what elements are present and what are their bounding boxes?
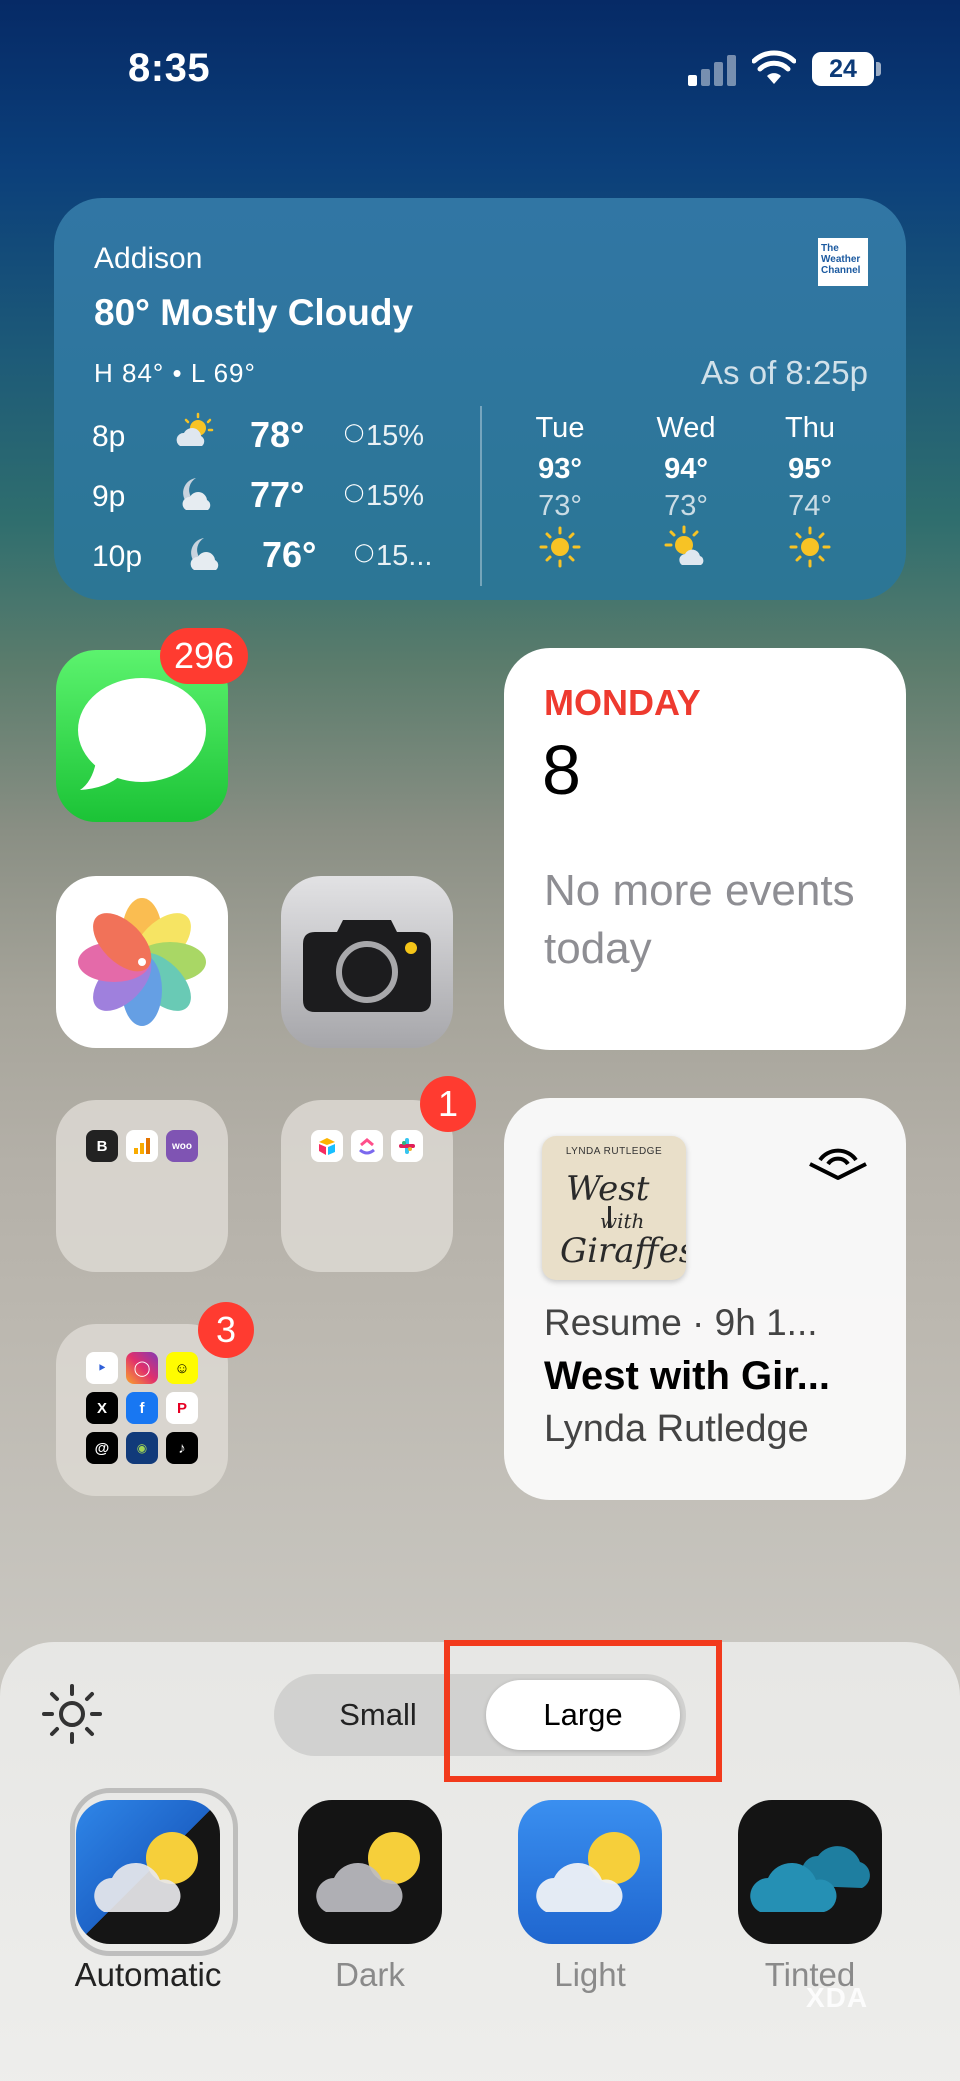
weather-hi-lo: H 84° • L 69° [94, 358, 256, 388]
day-high: 95° [788, 453, 832, 485]
camera-app[interactable] [281, 876, 453, 1048]
weather-condition: 80° Mostly Cloudy [94, 292, 414, 333]
style-label: Dark [335, 1956, 405, 1993]
daily-forecast: Wed 94° 73° [636, 412, 736, 574]
dark-style-icon [298, 1800, 442, 1944]
moon-cloud-icon [190, 538, 219, 570]
bluesky-app-icon: ‣ [86, 1352, 118, 1384]
snapchat-app-icon: ☺ [166, 1352, 198, 1384]
sun-cloud-icon [664, 525, 704, 565]
photos-flower-icon [78, 898, 206, 1026]
photos-app[interactable] [56, 876, 228, 1048]
calendar-weekday: MONDAY [544, 682, 701, 723]
raindrop-icon: ◯ [344, 422, 365, 442]
automatic-style-icon [76, 1800, 220, 1944]
sun-icon [789, 526, 831, 568]
wifi-icon [752, 50, 796, 84]
tiktok-app-icon: ♪ [166, 1432, 198, 1464]
hour-temp: 78° [250, 414, 305, 455]
annotation-highlight-box [444, 1640, 722, 1782]
book-cover[interactable]: LYNDA RUTLEDGE West with Giraffes [542, 1136, 686, 1280]
audible-logo-icon [809, 1148, 867, 1180]
precip-chance: 15% [366, 480, 425, 512]
hour-temp: 76° [262, 534, 317, 575]
app-folder[interactable]: B woo [56, 1100, 228, 1272]
moon-cloud-icon [182, 478, 211, 510]
woocommerce-app-icon: woo [166, 1130, 198, 1162]
calendar-events-text: No more events today [544, 866, 855, 973]
cover-title-artwork: West with Giraffes [560, 1169, 686, 1271]
xda-watermark: XDA [806, 1982, 869, 2013]
precip-chance: 15... [376, 540, 433, 572]
day-low: 74° [788, 490, 832, 522]
style-tinted-option[interactable]: Tinted [710, 1800, 910, 1994]
weather-divider [480, 406, 482, 586]
precip-chance: 15% [366, 420, 425, 452]
pinterest-app-icon: P [166, 1392, 198, 1424]
day-name: Tue [535, 412, 585, 444]
hour-temp: 77° [250, 474, 305, 515]
audible-book-title: West with Gir... [544, 1354, 830, 1398]
sun-icon [539, 526, 581, 568]
cellular-signal-icon [688, 54, 738, 86]
light-style-icon [518, 1800, 662, 1944]
hour-time: 10p [92, 540, 143, 573]
podcast-app-icon: ◉ [126, 1432, 158, 1464]
battery-indicator: 24 [812, 52, 874, 86]
daily-forecast: Tue 93° 73° [510, 412, 610, 574]
hour-time: 9p [92, 480, 126, 513]
facebook-app-icon: f [126, 1392, 158, 1424]
hourly-row: 8p 78° ◯ 15% [92, 412, 462, 462]
bootstrap-app-icon: B [86, 1130, 118, 1162]
app-folder[interactable] [281, 1100, 453, 1272]
folder-badge: 3 [198, 1302, 254, 1358]
status-time: 8:35 [128, 46, 211, 90]
weather-location: Addison [94, 242, 203, 275]
raindrop-icon: ◯ [344, 482, 365, 502]
audible-resume-status: Resume · 9h 1... [544, 1302, 818, 1343]
day-low: 73° [538, 490, 582, 522]
camera-icon [303, 920, 431, 1012]
folder-badge: 1 [420, 1076, 476, 1132]
calendar-date: 8 [542, 731, 581, 809]
slack-app-icon [391, 1130, 423, 1162]
day-name: Wed [656, 412, 716, 444]
day-name: Thu [785, 412, 835, 444]
instagram-app-icon: ◯ [126, 1352, 158, 1384]
daily-forecast: Thu 95° 74° [760, 412, 860, 574]
day-high: 93° [538, 453, 582, 485]
svg-text:West: West [566, 1169, 650, 1209]
raindrop-icon: ◯ [354, 542, 375, 562]
hour-time: 8p [92, 420, 126, 453]
hourly-row: 9p 77° ◯ 15% [92, 472, 462, 522]
airtable-app-icon [311, 1130, 343, 1162]
day-high: 94° [664, 453, 708, 485]
messages-badge: 296 [160, 628, 249, 684]
style-light-option[interactable]: Light [490, 1800, 690, 1994]
partly-cloudy-sun-icon [176, 412, 214, 446]
audible-widget[interactable]: LYNDA RUTLEDGE West with Giraffes Resume… [504, 1098, 906, 1500]
svg-text:Giraffes: Giraffes [560, 1231, 686, 1271]
weather-channel-logo: The Weather Channel [818, 238, 868, 286]
calendar-widget[interactable]: MONDAY 8 No more events today [504, 648, 906, 1050]
battery-tip [876, 62, 881, 76]
style-automatic-option[interactable]: Automatic [48, 1788, 248, 1994]
weather-updated-time: As of 8:25p [701, 354, 868, 391]
weather-widget[interactable]: Addison 80° Mostly Cloudy H 84° • L 69° … [54, 198, 906, 600]
app-folder[interactable]: ‣ ◯ ☺ X f P @ ◉ ♪ [56, 1324, 228, 1496]
tinted-style-icon [738, 1800, 882, 1944]
x-app-icon: X [86, 1392, 118, 1424]
audible-book-author: Lynda Rutledge [544, 1408, 809, 1450]
day-low: 73° [664, 490, 708, 522]
style-label: Light [554, 1956, 626, 1993]
style-dark-option[interactable]: Dark [270, 1800, 470, 1994]
threads-app-icon: @ [86, 1432, 118, 1464]
clickup-app-icon [351, 1130, 383, 1162]
hourly-row: 10p 76° ◯ 15... [92, 532, 462, 582]
svg-text:with: with [600, 1209, 644, 1233]
brightness-icon[interactable] [40, 1682, 104, 1746]
style-label: Automatic [74, 1956, 222, 1993]
analytics-app-icon [126, 1130, 158, 1162]
